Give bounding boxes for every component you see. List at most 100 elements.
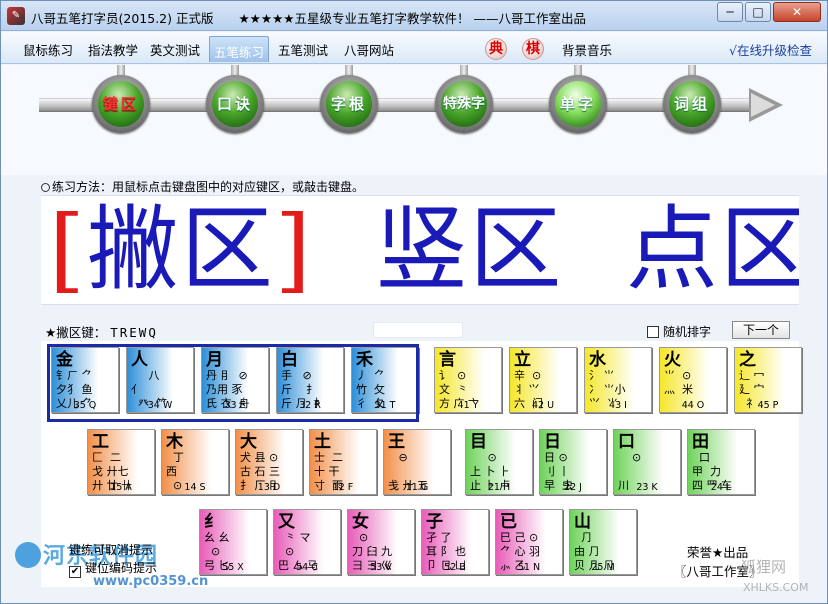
key-code: 24 L bbox=[710, 482, 732, 493]
key-c[interactable]: 又 ⺀ マ ⊙ 巴 ⼛ 马 54 C bbox=[273, 509, 341, 575]
key-main-radical: 田 bbox=[692, 432, 709, 452]
key-code: 41 Y bbox=[457, 400, 479, 411]
key-code: 54 C bbox=[296, 562, 318, 573]
step-label-single-chars: 单字 bbox=[555, 81, 601, 127]
key-code: 45 P bbox=[757, 400, 779, 411]
key-main-radical: 又 bbox=[278, 512, 295, 532]
online-upgrade-link[interactable]: √在线升级检查 bbox=[729, 40, 812, 59]
bracket-left: [ bbox=[49, 196, 87, 303]
key-main-radical: 王 bbox=[388, 432, 405, 452]
key-main-radical: 大 bbox=[240, 432, 257, 452]
zone-label-text: ★撇区键： bbox=[45, 325, 107, 340]
random-order-box[interactable] bbox=[647, 326, 659, 338]
next-button[interactable]: 下一个 bbox=[732, 321, 790, 339]
key-a[interactable]: 工匚 二 戈 ⼶七 廾 廿 卄 15 A bbox=[87, 429, 155, 495]
key-code: 55 X bbox=[222, 562, 244, 573]
watermark-site2-url: XHLKS.COM bbox=[743, 581, 809, 594]
selected-zone-highlight bbox=[47, 344, 419, 422]
next-zone-1: 竖区 bbox=[375, 196, 564, 303]
key-main-radical: 之 bbox=[739, 350, 756, 370]
step-mnemonic[interactable]: 口诀 bbox=[206, 75, 264, 133]
key-main-radical: 土 bbox=[314, 432, 331, 452]
step-keyzone[interactable]: 键区 bbox=[92, 75, 150, 133]
watermark-site2: 狐狸网 bbox=[741, 558, 787, 576]
key-code: 14 S bbox=[184, 482, 206, 493]
key-n[interactable]: 已巳 己 ⊙ ⺈ 心 羽 ⺗ 乙 51 N bbox=[495, 509, 563, 575]
key-u[interactable]: 立辛 ⊙ 丬 ⺍ 六 门 42 U bbox=[509, 347, 577, 413]
key-code: 53 V bbox=[370, 562, 392, 573]
key-f[interactable]: 土士 二 十 ⼲ 寸 雨 12 F bbox=[309, 429, 377, 495]
step-label-special-chars: 特殊字 bbox=[441, 81, 487, 127]
title-bar: ✎ 八哥五笔打字员(2015.2) 正式版 ★★★★★五星级专业五笔打字教学软件… bbox=[1, 1, 827, 31]
tab-mouse-practice[interactable]: 鼠标练习 bbox=[23, 40, 73, 59]
tab-wubi-practice[interactable]: 五笔练习 bbox=[209, 36, 270, 62]
zone-display-panel: [撇区] 竖区 点区 bbox=[41, 195, 799, 305]
key-h[interactable]: 目 ⊙ 上 卜 ⺊ 止 ⺊ 卢 21 H bbox=[465, 429, 533, 495]
option-cancel-hint[interactable]: 键练可取消提示 bbox=[69, 541, 157, 559]
tab-wubi-test[interactable]: 五笔测试 bbox=[278, 40, 328, 59]
step-label-radicals: 字根 bbox=[326, 81, 372, 127]
step-phrases[interactable]: 词组 bbox=[663, 75, 721, 133]
key-main-radical: 目 bbox=[470, 432, 487, 452]
key-code: 22 J bbox=[564, 482, 582, 493]
dictionary-button[interactable]: 典 bbox=[485, 38, 507, 60]
key-main-radical: 山 bbox=[574, 512, 591, 532]
step-label-phrases: 词组 bbox=[669, 81, 715, 127]
step-label-mnemonic: 口诀 bbox=[212, 81, 258, 127]
key-main-radical: 已 bbox=[500, 512, 517, 532]
tab-fingering[interactable]: 指法教学 bbox=[88, 40, 138, 59]
maximize-button[interactable]: □ bbox=[745, 2, 771, 22]
typing-input[interactable] bbox=[373, 322, 463, 338]
key-i[interactable]: 水氵 ⺌ 冫 ⺌小 ⺍ ⺌ 43 I bbox=[584, 347, 652, 413]
code-hint-checkbox[interactable]: ✔ bbox=[69, 566, 81, 578]
key-code: 44 O bbox=[681, 400, 705, 411]
step-label-keyzone: 键区 bbox=[98, 81, 144, 127]
key-main-radical: 女 bbox=[352, 512, 369, 532]
key-main-radical: 子 bbox=[426, 512, 443, 532]
app-icon: ✎ bbox=[7, 7, 25, 25]
key-main-radical: 工 bbox=[92, 432, 109, 452]
tab-english-test[interactable]: 英文测试 bbox=[150, 40, 200, 59]
close-button[interactable]: ✕ bbox=[773, 2, 821, 22]
chess-button[interactable]: 棋 bbox=[522, 38, 544, 60]
key-s[interactable]: 木 丁 西 ⊙ 14 S bbox=[161, 429, 229, 495]
key-main-radical: 水 bbox=[589, 350, 606, 370]
menu-bar: 鼠标练习 指法教学 英文测试 五笔练习 五笔测试 八哥网站 典 棋 背景音乐 √… bbox=[1, 32, 827, 64]
key-p[interactable]: 之辶 冖 ⼵ 宀 礻 45 P bbox=[734, 347, 802, 413]
current-zone: 撇区 bbox=[86, 196, 275, 303]
zone-display-line: [撇区] 竖区 点区 bbox=[49, 198, 799, 302]
key-main-radical: 纟 bbox=[204, 512, 221, 532]
key-code: 23 K bbox=[636, 482, 658, 493]
key-code: 15 A bbox=[110, 482, 132, 493]
random-order-label: 随机排字 bbox=[663, 325, 712, 339]
key-code: 42 U bbox=[531, 400, 555, 411]
key-j[interactable]: 日日 ⊙ 刂 ⼁ 早 虫 22 J bbox=[539, 429, 607, 495]
key-code: 12 F bbox=[332, 482, 354, 493]
background-music-toggle[interactable]: 背景音乐 bbox=[562, 40, 612, 59]
key-k[interactable]: 口 ⊙ 川 23 K bbox=[613, 429, 681, 495]
key-d[interactable]: 大犬 县 ⊙ 古 石 三 ⺘ 厂 ⺝ 13 D bbox=[235, 429, 303, 495]
key-components: ⺌ ⊙ 灬 米 bbox=[664, 369, 693, 396]
key-main-radical: 言 bbox=[439, 350, 456, 370]
key-b[interactable]: 子孑 了 耳 阝 也 卩 ⺋ 凵 52 B bbox=[421, 509, 489, 575]
step-single-chars[interactable]: 单字 bbox=[549, 75, 607, 133]
key-main-radical: 木 bbox=[166, 432, 183, 452]
key-main-radical: 日 bbox=[544, 432, 561, 452]
step-radicals[interactable]: 字根 bbox=[320, 75, 378, 133]
key-g[interactable]: 王 ⊖ 戋 ⼶ 五 11 G bbox=[383, 429, 451, 495]
key-l[interactable]: 田 口 甲 力 四 ⺲ 车 24 L bbox=[687, 429, 755, 495]
option-cancel-hint-label: 键练可取消提示 bbox=[69, 543, 154, 557]
random-order-checkbox[interactable]: 随机排字 bbox=[647, 323, 711, 340]
key-y[interactable]: 言讠 ⊙ 文 ⺀ 方 广 ⼇ 41 Y bbox=[434, 347, 502, 413]
key-code: 11 G bbox=[405, 482, 429, 493]
step-special-chars[interactable]: 特殊字 bbox=[435, 75, 493, 133]
key-code: 13 D bbox=[257, 482, 281, 493]
key-code: 52 B bbox=[444, 562, 466, 573]
tab-bage-website[interactable]: 八哥网站 bbox=[344, 40, 394, 59]
minimize-button[interactable]: ─ bbox=[717, 2, 743, 22]
lesson-step-bar: 键区 口诀 字根 特殊字 单字 词组 bbox=[1, 65, 827, 175]
key-m[interactable]: 山 ⺆ 由 ⺆ 贝 几 ⺆ 25 M bbox=[569, 509, 637, 575]
key-x[interactable]: 纟幺 ⺓ ⊙ 弓 匕 55 X bbox=[199, 509, 267, 575]
key-o[interactable]: 火⺌ ⊙ 灬 米 44 O bbox=[659, 347, 727, 413]
key-v[interactable]: 女 ⊙ 刀 臼 九 ⺕ ⺕ 巛 53 V bbox=[347, 509, 415, 575]
